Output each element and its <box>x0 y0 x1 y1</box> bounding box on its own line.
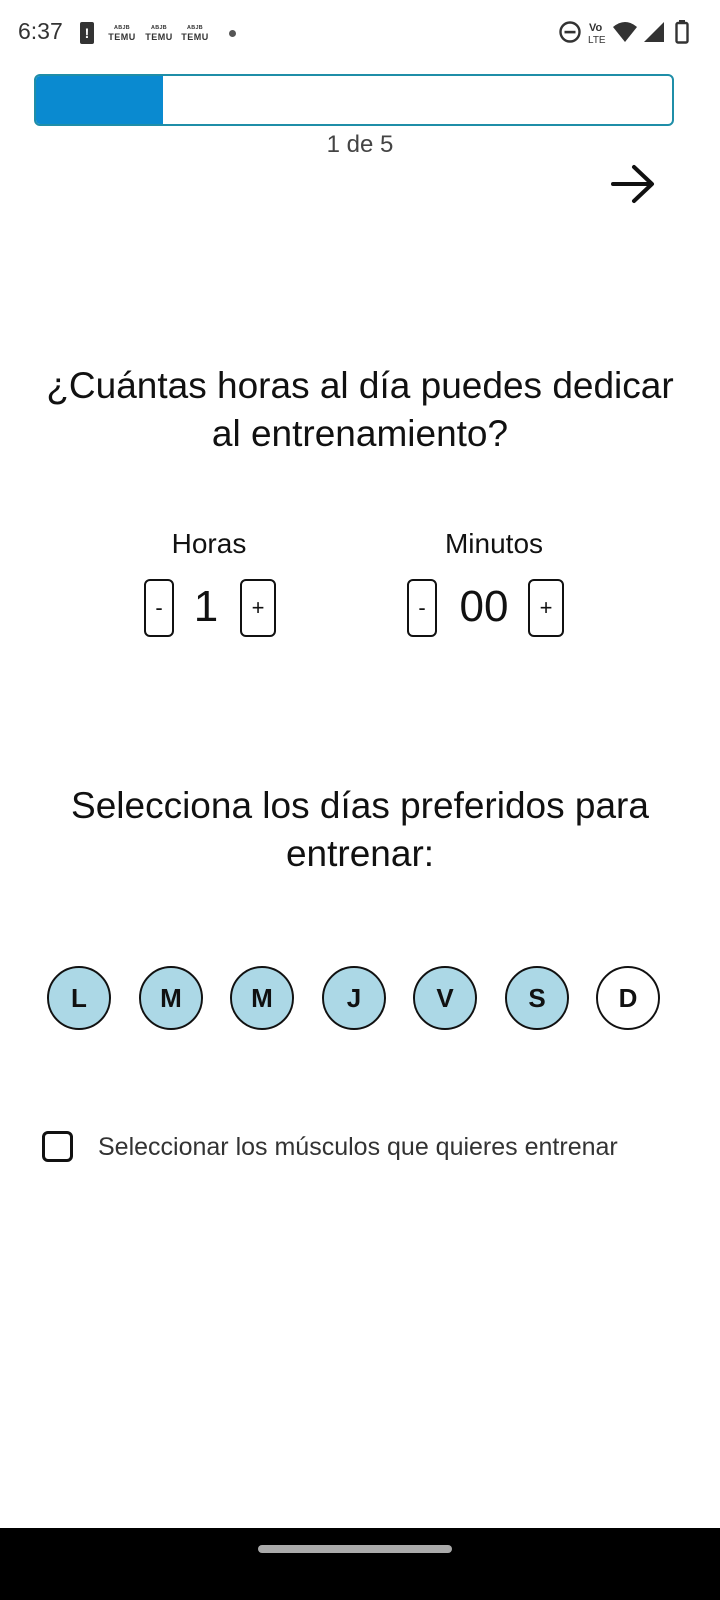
temu-notification-icon: ᴬᴮᴶᴮ TEMU <box>181 25 209 42</box>
day-toggle-monday[interactable]: L <box>47 966 111 1030</box>
progress-label: 1 de 5 <box>326 131 394 158</box>
day-toggle-wednesday[interactable]: M <box>230 966 294 1030</box>
temu-notification-icon: ᴬᴮᴶᴮ TEMU <box>108 25 136 42</box>
hours-increment-button[interactable]: + <box>240 579 276 637</box>
system-navigation-bar <box>0 1528 720 1600</box>
svg-text:LTE: LTE <box>588 35 606 46</box>
progress-bar <box>34 74 674 126</box>
muscles-checkbox-label[interactable]: Seleccionar los músculos que quieres ent… <box>98 1133 618 1162</box>
arrow-right-icon <box>611 165 654 203</box>
minutes-value: 00 <box>459 582 509 631</box>
day-toggle-saturday[interactable]: S <box>505 966 569 1030</box>
status-time: 6:37 <box>18 18 63 44</box>
temu-notification-label: TEMU <box>181 32 209 42</box>
alert-icon: ! <box>80 22 94 44</box>
training-hours-question: ¿Cuántas horas al día puedes dedicar al … <box>46 365 674 454</box>
day-toggle-thursday[interactable]: J <box>322 966 386 1030</box>
day-toggle-friday[interactable]: V <box>413 966 477 1030</box>
svg-text:Vo: Vo <box>589 22 603 34</box>
hours-value: 1 <box>193 582 219 631</box>
wifi-icon <box>613 22 637 42</box>
home-gesture-handle[interactable] <box>258 1545 452 1553</box>
status-bar: 6:37 ! ᴬᴮᴶᴮ TEMU ᴬᴮᴶᴮ TEMU ᴬᴮᴶᴮ TEMU Vo … <box>0 0 720 66</box>
muscles-checkbox[interactable] <box>42 1131 73 1162</box>
more-notifications-dot <box>229 30 236 37</box>
minutes-increment-button[interactable]: + <box>528 579 564 637</box>
screen: 6:37 ! ᴬᴮᴶᴮ TEMU ᴬᴮᴶᴮ TEMU ᴬᴮᴶᴮ TEMU Vo … <box>0 0 720 1600</box>
volte-icon: Vo LTE <box>588 22 606 46</box>
next-button[interactable] <box>605 158 661 210</box>
progress-fill <box>36 76 164 124</box>
day-toggle-tuesday[interactable]: M <box>139 966 203 1030</box>
day-toggle-sunday[interactable]: D <box>596 966 660 1030</box>
dnd-icon <box>559 21 581 43</box>
minutes-label: Minutos <box>444 528 544 559</box>
temu-notification-label: TEMU <box>108 32 136 42</box>
temu-notification-icon: ᴬᴮᴶᴮ TEMU <box>145 25 173 42</box>
hours-decrement-button[interactable]: - <box>144 579 174 637</box>
minutes-decrement-button[interactable]: - <box>407 579 437 637</box>
signal-icon <box>644 22 664 42</box>
temu-notification-label: TEMU <box>145 32 173 42</box>
hours-label: Horas <box>171 528 247 559</box>
battery-icon <box>675 20 689 44</box>
days-title: Selecciona los días preferidos para entr… <box>71 785 649 874</box>
